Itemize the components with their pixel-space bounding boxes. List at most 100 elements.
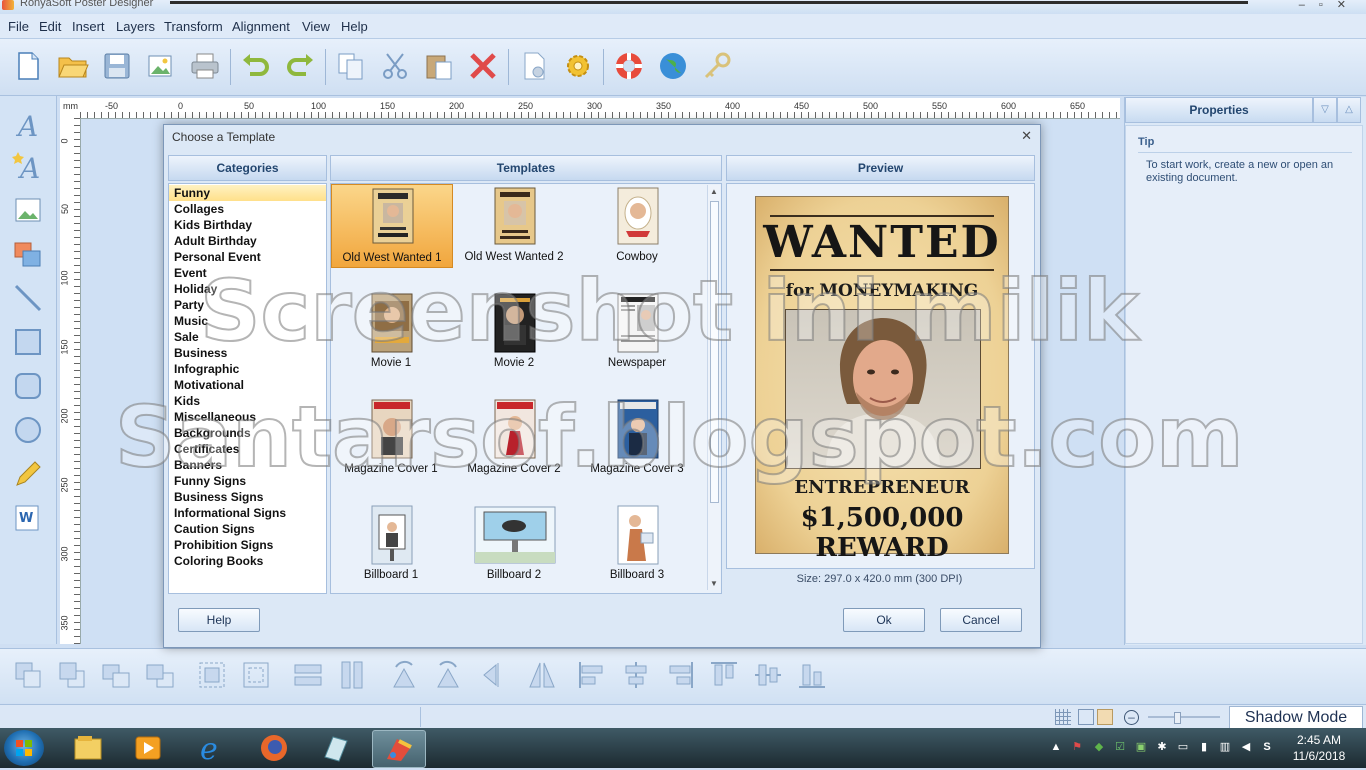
snap-icon[interactable] — [1078, 709, 1094, 725]
category-item[interactable]: Funny Signs — [169, 473, 326, 489]
chevron-down-icon[interactable]: ▽ — [1313, 97, 1337, 123]
send-to-back-icon[interactable] — [56, 659, 88, 691]
register-key-icon[interactable] — [701, 50, 733, 82]
template-item[interactable]: Billboard 1 — [331, 502, 451, 584]
tray-volume-icon[interactable]: ◀ — [1239, 740, 1253, 754]
category-item[interactable]: Music — [169, 313, 326, 329]
export-image-icon[interactable] — [145, 50, 177, 82]
tray-flag-icon[interactable]: ⚑ — [1070, 740, 1084, 754]
category-item[interactable]: Informational Signs — [169, 505, 326, 521]
scroll-thumb[interactable] — [710, 201, 719, 503]
tray-check-icon[interactable]: ☑ — [1113, 740, 1127, 754]
template-item[interactable]: Magazine Cover 2 — [454, 396, 574, 478]
send-backward-icon[interactable] — [144, 659, 176, 691]
rounded-rectangle-tool-icon[interactable] — [12, 370, 44, 402]
template-item[interactable]: Magazine Cover 1 — [331, 396, 451, 478]
redo-icon[interactable] — [284, 50, 316, 82]
clipart-tool-icon[interactable] — [12, 238, 44, 270]
rotate-right-icon[interactable] — [432, 659, 464, 691]
page-setup-icon[interactable] — [518, 50, 550, 82]
new-document-icon[interactable] — [12, 50, 44, 82]
help-lifebuoy-icon[interactable] — [613, 50, 645, 82]
taskbar-media-player[interactable] — [122, 730, 174, 766]
ungroup-icon[interactable] — [240, 659, 272, 691]
tray-network-icon[interactable]: ▥ — [1218, 740, 1232, 754]
cancel-button[interactable]: Cancel — [940, 608, 1022, 632]
category-item[interactable]: Party — [169, 297, 326, 313]
template-item[interactable]: Old West Wanted 1 — [331, 184, 453, 268]
art-text-tool-icon[interactable]: A — [12, 150, 44, 185]
chevron-up-icon[interactable]: △ — [1337, 97, 1361, 123]
menu-insert[interactable]: Insert — [72, 19, 105, 34]
grid-icon[interactable] — [1055, 709, 1071, 725]
undo-icon[interactable] — [240, 50, 272, 82]
ok-button[interactable]: Ok — [843, 608, 925, 632]
print-icon[interactable] — [189, 50, 221, 82]
align-right-icon[interactable] — [664, 659, 696, 691]
guides-icon[interactable] — [1097, 709, 1113, 725]
taskbar-firefox[interactable] — [248, 730, 300, 766]
category-item[interactable]: Collages — [169, 201, 326, 217]
taskbar-poster-designer[interactable] — [372, 730, 426, 768]
category-item[interactable]: Holiday — [169, 281, 326, 297]
menu-help[interactable]: Help — [341, 19, 368, 34]
category-item[interactable]: Kids Birthday — [169, 217, 326, 233]
open-folder-icon[interactable] — [57, 50, 89, 82]
tray-sync-icon[interactable]: ◆ — [1092, 740, 1106, 754]
menu-edit[interactable]: Edit — [39, 19, 61, 34]
align-top-icon[interactable] — [708, 659, 740, 691]
category-item[interactable]: Funny — [169, 185, 326, 201]
tray-overflow-icon[interactable]: ▲ — [1049, 740, 1063, 754]
category-item[interactable]: Caution Signs — [169, 521, 326, 537]
pencil-tool-icon[interactable] — [12, 458, 44, 490]
template-scrollbar[interactable]: ▲ ▼ — [707, 185, 720, 590]
window-controls[interactable]: –▫✕ — [1299, 0, 1360, 11]
menu-file[interactable]: File — [8, 19, 29, 34]
taskbar-internet-explorer[interactable]: e — [186, 730, 238, 767]
category-item[interactable]: Kids — [169, 393, 326, 409]
category-item[interactable]: Business Signs — [169, 489, 326, 505]
word-import-icon[interactable]: W — [12, 502, 44, 534]
category-item[interactable]: Sale — [169, 329, 326, 345]
category-item[interactable]: Miscellaneous — [169, 409, 326, 425]
zoom-slider-thumb[interactable] — [1174, 712, 1181, 724]
rotate-left-icon[interactable] — [388, 659, 420, 691]
align-bottom-icon[interactable] — [796, 659, 828, 691]
category-item[interactable]: Prohibition Signs — [169, 537, 326, 553]
template-item[interactable]: Newspaper — [577, 290, 697, 372]
tray-monitor-icon[interactable]: ▭ — [1176, 740, 1190, 754]
category-item[interactable]: Personal Event — [169, 249, 326, 265]
distribute-vertical-icon[interactable] — [336, 659, 368, 691]
scroll-up-icon[interactable]: ▲ — [710, 187, 718, 196]
settings-gear-icon[interactable] — [562, 50, 594, 82]
group-icon[interactable] — [196, 659, 228, 691]
category-item[interactable]: Event — [169, 265, 326, 281]
web-globe-icon[interactable] — [657, 50, 689, 82]
category-item[interactable]: Adult Birthday — [169, 233, 326, 249]
delete-icon[interactable] — [467, 50, 499, 82]
copy-icon[interactable] — [335, 50, 367, 82]
template-item[interactable]: Cowboy — [577, 184, 697, 266]
image-tool-icon[interactable] — [12, 194, 44, 226]
tray-skype-icon[interactable]: S — [1260, 740, 1274, 754]
template-item[interactable]: Movie 1 — [331, 290, 451, 372]
align-left-icon[interactable] — [576, 659, 608, 691]
menu-view[interactable]: View — [302, 19, 330, 34]
text-tool-icon[interactable]: A — [12, 108, 44, 143]
align-middle-icon[interactable] — [752, 659, 784, 691]
menu-layers[interactable]: Layers — [116, 19, 155, 34]
flip-horizontal-icon[interactable] — [482, 659, 514, 691]
help-button[interactable]: Help — [178, 608, 260, 632]
close-icon[interactable]: ✕ — [1021, 128, 1032, 144]
category-item[interactable]: Certificates — [169, 441, 326, 457]
template-item[interactable]: Billboard 3 — [577, 502, 697, 584]
menu-alignment[interactable]: Alignment — [232, 19, 290, 34]
template-item[interactable]: Magazine Cover 3 — [577, 396, 697, 478]
zoom-out-icon[interactable]: – — [1124, 710, 1139, 725]
template-item[interactable]: Old West Wanted 2 — [454, 184, 574, 266]
category-item[interactable]: Banners — [169, 457, 326, 473]
template-item[interactable]: Billboard 2 — [454, 502, 574, 584]
ellipse-tool-icon[interactable] — [12, 414, 44, 446]
category-item[interactable]: Coloring Books — [169, 553, 326, 569]
tray-app-icon[interactable]: ▣ — [1134, 740, 1148, 754]
